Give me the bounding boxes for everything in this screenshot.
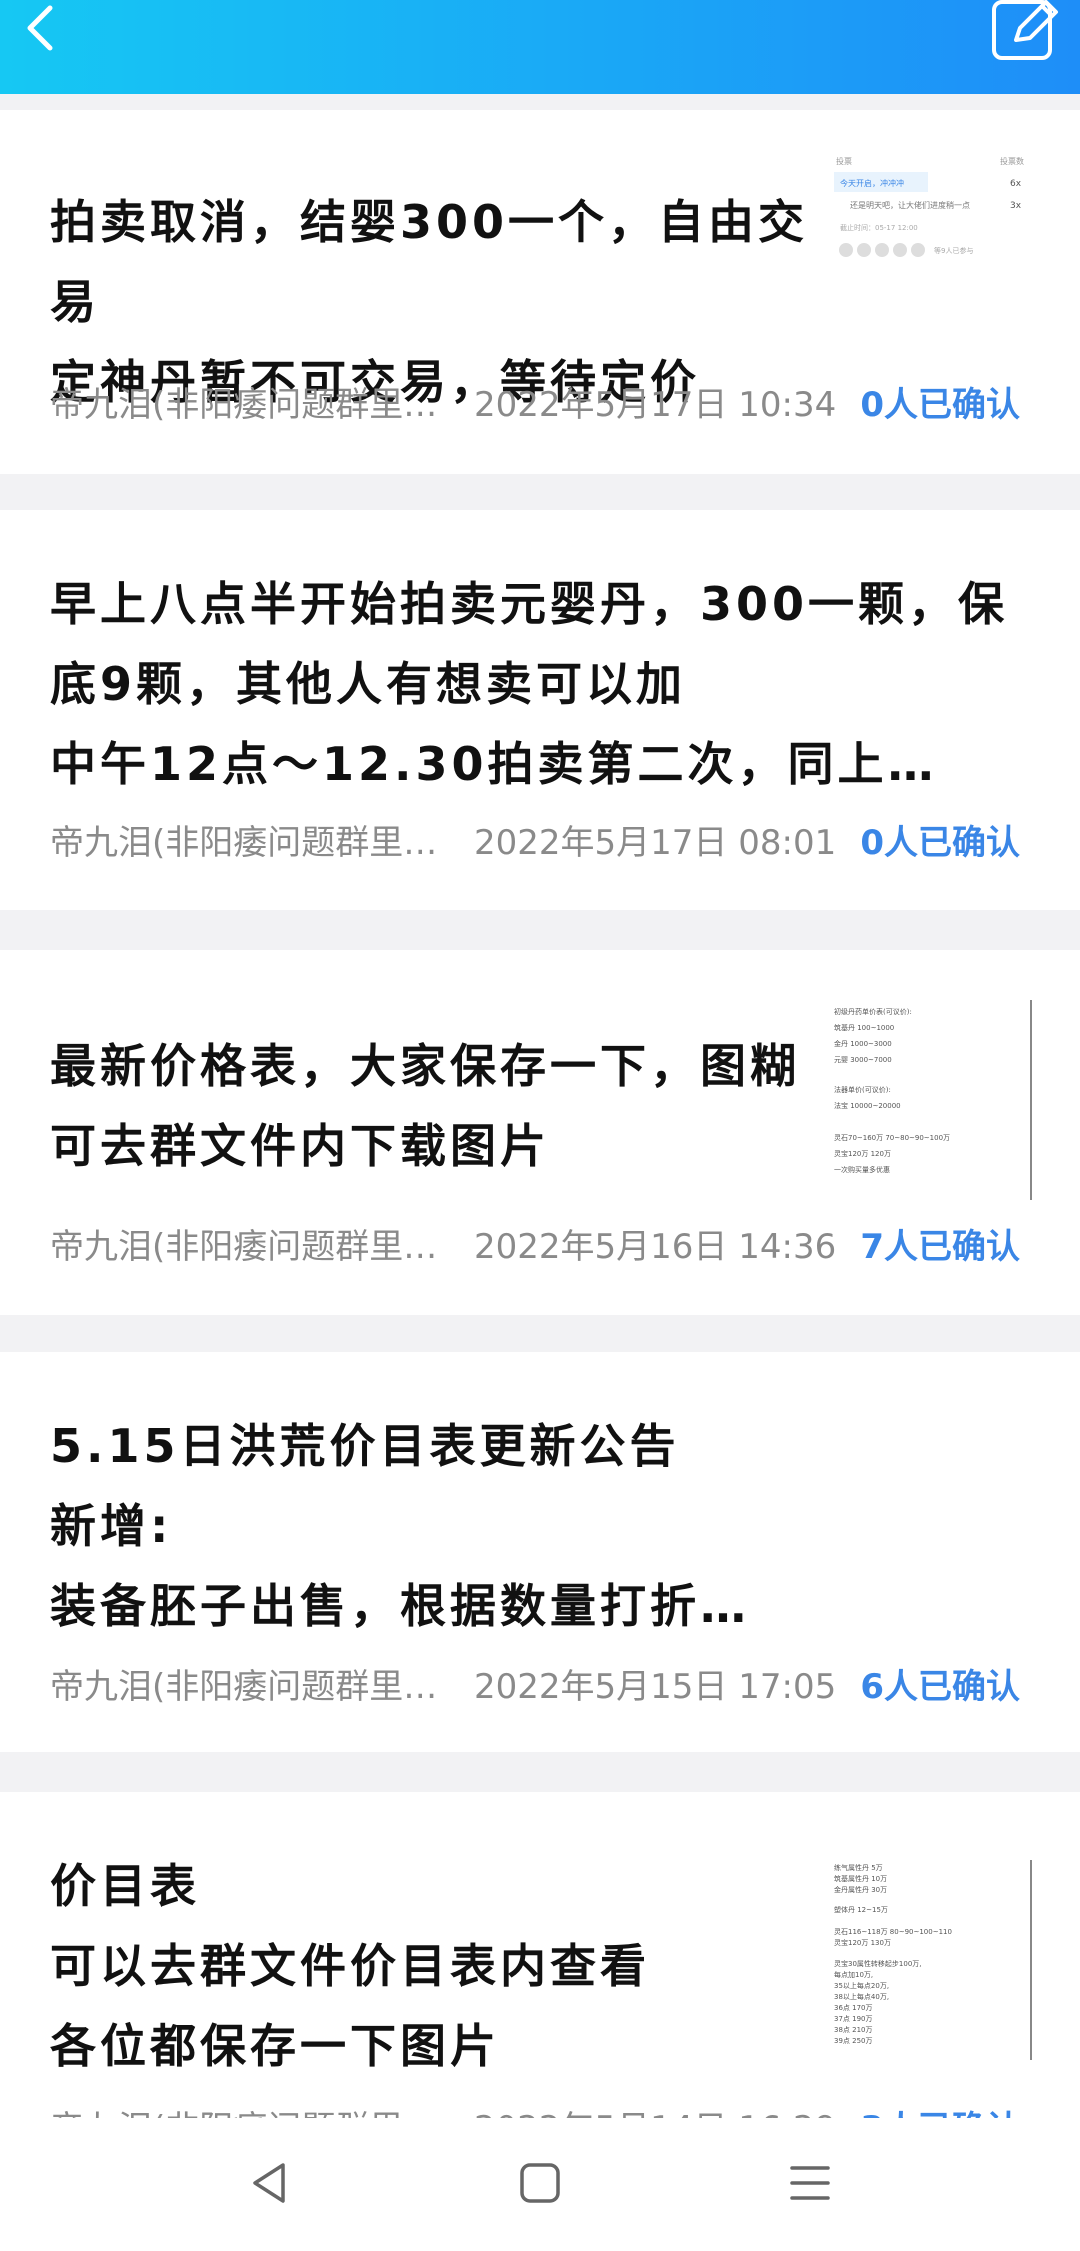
poll-option-1-count: 6x bbox=[1010, 179, 1022, 189]
poll-participants: 等9人已参与 bbox=[934, 246, 973, 255]
announcement-author: 帝九泪(非阳痿问题群里… bbox=[50, 1667, 438, 1707]
price-line: 练气属性丹 5万 bbox=[834, 1863, 883, 1872]
announcement-author: 帝九泪(非阳痿问题群里… bbox=[50, 2104, 450, 2118]
announcement-card[interactable]: 最新价格表，大家保存一下，图糊 可去群文件内下载图片 初级丹药单价表(可议价):… bbox=[0, 950, 1080, 1315]
price-line: 39点 250万 bbox=[834, 2037, 873, 2045]
announcement-author: 帝九泪(非阳痿问题群里… bbox=[50, 823, 438, 863]
poll-header-left: 投票 bbox=[836, 156, 852, 166]
confirmed-count[interactable]: 7人已确认 bbox=[860, 1222, 1020, 1272]
announcement-text: 早上八点半开始拍卖元婴丹，300一颗，保底9颗，其他人有想卖可以加 中午12点～… bbox=[50, 577, 1009, 791]
announcement-author: 帝九泪(非阳痿问题群里… bbox=[50, 385, 438, 425]
confirmed-count[interactable]: 0人已确认 bbox=[860, 818, 1020, 868]
nav-menu-button[interactable] bbox=[775, 2148, 845, 2218]
announcement-text: 5.15日洪荒价目表更新公告 新增: 装备胚子出售，根据数量打折… bbox=[50, 1419, 750, 1633]
price-line: 一次购买量多优惠 bbox=[834, 1165, 890, 1174]
price-line: 37点 190万 bbox=[834, 2015, 873, 2023]
announcement-text: 价目表 可以去群文件价目表内查看 各位都保存一下图片 bbox=[50, 1859, 650, 2073]
confirmed-count[interactable]: 6人已确认 bbox=[860, 1662, 1020, 1712]
poll-option-1: 今天开启，冲冲冲 bbox=[840, 178, 904, 188]
price-line: 法宝 10000~20000 bbox=[834, 1101, 901, 1110]
price-line: 元婴 3000~7000 bbox=[834, 1056, 892, 1064]
price-line: 38以上每点40万, bbox=[834, 1992, 889, 2001]
poll-deadline: 截止时间：05-17 12:00 bbox=[840, 223, 918, 232]
price-line: 筑基属性丹 10万 bbox=[834, 1874, 887, 1883]
chevron-left-icon bbox=[27, 5, 53, 51]
announcement-meta: 帝九泪(非阳痿问题群里… 2022年5月15日 17:05 6人已确认 bbox=[50, 1662, 1040, 1712]
announcement-author: 帝九泪(非阳痿问题群里… bbox=[50, 1227, 438, 1267]
price-table-thumbnail[interactable]: 初级丹药单价表(可议价): 筑基丹 100~1000 金丹 1000~3000 … bbox=[830, 1000, 1032, 1200]
announcement-meta: 帝九泪(非阳痿问题群里… 2022年5月17日 08:01 0人已确认 bbox=[50, 818, 1040, 868]
poll-preview: 投票 投票数 今天开启，冲冲冲 6x 还是明天吧，让大佬们进度稍一点 3x 截止… bbox=[834, 156, 1024, 257]
price-line: 38点 210万 bbox=[834, 2026, 873, 2034]
poll-header-right: 投票数 bbox=[1000, 156, 1024, 166]
nav-home-button[interactable] bbox=[505, 2148, 575, 2218]
announcement-meta: 帝九泪(非阳痿问题群里… 2022年5月16日 14:36 7人已确认 bbox=[50, 1222, 1040, 1272]
confirmed-count[interactable]: 3人已确认 bbox=[860, 2104, 1020, 2118]
confirmed-count[interactable]: 0人已确认 bbox=[860, 380, 1020, 430]
price-line: 法器单价(可议价): bbox=[834, 1085, 891, 1094]
poll-option-2-count: 3x bbox=[1010, 201, 1022, 211]
price-line: 每点加10万, bbox=[834, 1970, 873, 1979]
price-line: 35以上每点20万, bbox=[834, 1981, 889, 1990]
announcement-card[interactable]: 价目表 可以去群文件价目表内查看 各位都保存一下图片 练气属性丹 5万 筑基属性… bbox=[0, 1792, 1080, 2118]
nav-home-icon bbox=[520, 2163, 560, 2203]
price-line: 灵宝30属性转移起步100万, bbox=[834, 1959, 922, 1968]
price-table-preview: 初级丹药单价表(可议价): 筑基丹 100~1000 金丹 1000~3000 … bbox=[834, 1007, 950, 1174]
price-line: 灵石70~160万 70~80~90~100万 bbox=[834, 1134, 950, 1142]
price-table-preview: 练气属性丹 5万 筑基属性丹 10万 金丹属性丹 30万 塑体丹 12~15万 … bbox=[834, 1863, 952, 2045]
price-line: 灵宝120万 130万 bbox=[834, 1938, 891, 1947]
announcement-time: 2022年5月15日 17:05 bbox=[474, 1667, 837, 1707]
price-line: 金丹属性丹 30万 bbox=[834, 1885, 887, 1894]
back-button[interactable] bbox=[18, 2, 62, 62]
poll-thumbnail[interactable]: 投票 投票数 今天开启，冲冲冲 6x 还是明天吧，让大佬们进度稍一点 3x 截止… bbox=[830, 150, 1030, 300]
top-app-bar bbox=[0, 0, 1080, 94]
announcement-time: 2022年5月16日 14:36 bbox=[474, 1227, 837, 1267]
announcement-meta: 帝九泪(非阳痿问题群里… 2022年5月17日 10:34 0人已确认 bbox=[50, 380, 1040, 430]
announcement-time: 2022年5月17日 10:34 bbox=[474, 385, 837, 425]
price-table-thumbnail[interactable]: 练气属性丹 5万 筑基属性丹 10万 金丹属性丹 30万 塑体丹 12~15万 … bbox=[830, 1860, 1032, 2060]
price-line: 初级丹药单价表(可议价): bbox=[834, 1007, 912, 1016]
price-line: 塑体丹 12~15万 bbox=[834, 1905, 888, 1914]
announcement-card[interactable]: 5.15日洪荒价目表更新公告 新增: 装备胚子出售，根据数量打折… 帝九泪(非阳… bbox=[0, 1352, 1080, 1752]
announcement-time: 2022年5月14日 16:29 bbox=[474, 2104, 836, 2118]
price-line: 36点 170万 bbox=[834, 2004, 873, 2012]
system-navigation-bar bbox=[0, 2118, 1080, 2251]
announcement-text: 最新价格表，大家保存一下，图糊 可去群文件内下载图片 bbox=[50, 1039, 800, 1173]
announcement-card[interactable]: 早上八点半开始拍卖元婴丹，300一颗，保底9颗，其他人有想卖可以加 中午12点～… bbox=[0, 510, 1080, 910]
price-line: 灵宝120万 120万 bbox=[834, 1149, 891, 1158]
nav-menu-icon bbox=[790, 2166, 830, 2200]
edit-announcement-button[interactable] bbox=[990, 0, 1060, 64]
edit-icon bbox=[992, 0, 1058, 60]
price-line: 筑基丹 100~1000 bbox=[834, 1023, 894, 1032]
price-line: 灵石116~118万 80~90~100~110 bbox=[834, 1928, 952, 1936]
price-line: 金丹 1000~3000 bbox=[834, 1039, 892, 1048]
announcement-time: 2022年5月17日 08:01 bbox=[474, 823, 837, 863]
nav-back-button[interactable] bbox=[235, 2148, 305, 2218]
nav-back-icon bbox=[253, 2163, 285, 2203]
announcement-meta: 帝九泪(非阳痿问题群里… 2022年5月14日 16:29 3人已确认 bbox=[50, 2104, 1040, 2118]
announcement-card[interactable]: 拍卖取消，结婴300一个，自由交易 定神丹暂不可交易，等待定价 投票 投票数 今… bbox=[0, 110, 1080, 474]
poll-option-2: 还是明天吧，让大佬们进度稍一点 bbox=[850, 200, 970, 210]
